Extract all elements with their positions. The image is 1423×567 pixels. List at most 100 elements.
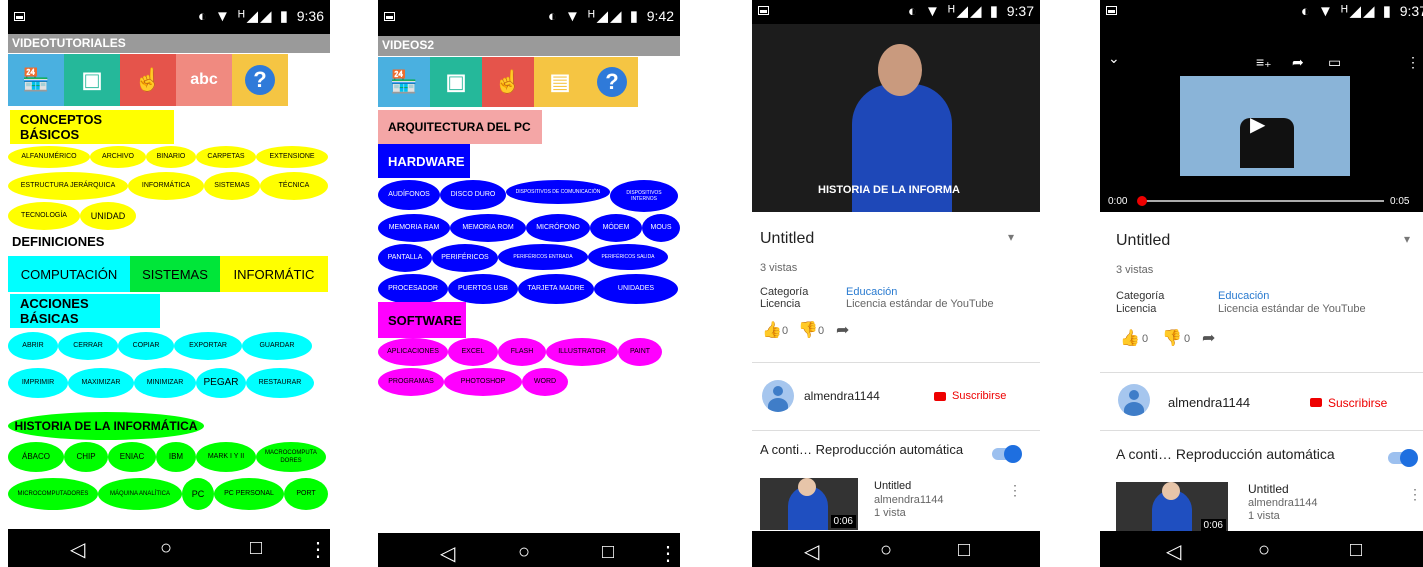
recents-icon[interactable]: □: [958, 539, 970, 562]
pill-pc-personal[interactable]: PC PERSONAL: [214, 478, 284, 510]
pill-pc[interactable]: PC: [182, 478, 214, 510]
next-video-thumbnail[interactable]: 0:06: [1116, 482, 1228, 534]
pill-estructura-jerarquica[interactable]: ESTRUCTURA JERÁRQUICA: [8, 172, 128, 200]
film-icon[interactable]: ▤: [534, 57, 586, 107]
pill-photoshop[interactable]: PHOTOSHOP: [444, 368, 522, 396]
dislike-icon[interactable]: 👎: [1162, 328, 1182, 348]
recents-icon[interactable]: □: [1350, 539, 1362, 562]
conceptos-basicos-header[interactable]: CONCEPTOS BÁSICOS: [10, 110, 174, 144]
back-icon[interactable]: ◁: [1166, 539, 1181, 564]
pill-port[interactable]: PORT: [284, 478, 328, 510]
add-to-queue-icon[interactable]: ≡₊: [1256, 54, 1272, 71]
acciones-basicas-header[interactable]: ACCIONES BÁSICAS: [10, 294, 160, 328]
more-icon[interactable]: ⋮: [658, 541, 678, 566]
like-icon[interactable]: 👍: [762, 320, 782, 340]
pill-imprimir[interactable]: IMPRIMIR: [8, 368, 68, 398]
software-header[interactable]: SOFTWARE: [378, 302, 466, 338]
pill-pantalla[interactable]: PANTALLA: [378, 244, 432, 272]
pill-ibm[interactable]: IBM: [156, 442, 196, 472]
pill-mous[interactable]: MOUS: [642, 214, 680, 242]
store-icon[interactable]: 🏪: [8, 54, 64, 106]
collapse-chevron-icon[interactable]: ⌄: [1108, 50, 1120, 67]
pill-minimizar[interactable]: MINIMIZAR: [134, 368, 196, 398]
channel-name[interactable]: almendra1144: [804, 389, 880, 403]
pill-modem[interactable]: MÓDEM: [590, 214, 642, 242]
pill-macrocomputadores[interactable]: MACROCOMPUTA DORES: [256, 442, 326, 472]
pill-eniac[interactable]: ENIAC: [108, 442, 156, 472]
pill-sistemas[interactable]: SISTEMAS: [204, 172, 260, 200]
pill-excel[interactable]: EXCEL: [448, 338, 498, 366]
pill-procesador[interactable]: PROCESADOR: [378, 274, 448, 304]
pill-tecnologia[interactable]: TECNOLOGÍA: [8, 202, 80, 230]
pill-abaco[interactable]: ÁBACO: [8, 442, 64, 472]
next-more-icon[interactable]: ⋮: [1408, 486, 1422, 503]
pill-copiar[interactable]: COPIAR: [118, 332, 174, 360]
pill-disco-duro[interactable]: DISCO DURO: [440, 180, 506, 210]
categoria-value[interactable]: Educación: [846, 286, 897, 298]
pill-carpetas[interactable]: CARPETAS: [196, 146, 256, 168]
home-icon[interactable]: ○: [518, 541, 530, 564]
def-computacion[interactable]: COMPUTACIÓN: [8, 256, 130, 292]
subscribe-button[interactable]: Suscribirse: [952, 390, 1006, 402]
pill-paint[interactable]: PAINT: [618, 338, 662, 366]
pill-abrir[interactable]: ABRIR: [8, 332, 58, 360]
help-icon[interactable]: ?: [232, 54, 288, 106]
next-video-thumbnail[interactable]: 0:06: [760, 478, 858, 530]
def-informatica[interactable]: INFORMÁTIC: [220, 256, 328, 292]
autoplay-toggle[interactable]: [992, 445, 1022, 463]
channel-name[interactable]: almendra1144: [1168, 395, 1250, 410]
pill-alfanumerico[interactable]: ALFANUMÉRICO: [8, 146, 90, 168]
channel-avatar[interactable]: [762, 380, 794, 412]
dislike-icon[interactable]: 👎: [798, 320, 818, 340]
back-icon[interactable]: ◁: [804, 539, 819, 564]
pill-word[interactable]: WORD: [522, 368, 568, 396]
store-icon[interactable]: 🏪: [378, 57, 430, 107]
next-more-icon[interactable]: ⋮: [1008, 482, 1022, 499]
pill-programas[interactable]: PROGRAMAS: [378, 368, 444, 396]
home-icon[interactable]: ○: [160, 537, 172, 560]
pill-informatica[interactable]: INFORMÁTICA: [128, 172, 204, 200]
more-icon[interactable]: ⋮: [308, 537, 328, 562]
pill-dispositivos-comunicacion[interactable]: DISPOSITIVOS DE COMUNICACIÓN: [506, 180, 610, 204]
progress-handle[interactable]: [1137, 196, 1147, 206]
pill-puertos-usb[interactable]: PUERTOS USB: [448, 274, 518, 304]
recents-icon[interactable]: □: [602, 541, 614, 564]
next-title[interactable]: Untitled: [1248, 482, 1289, 496]
pill-exportar[interactable]: EXPORTAR: [174, 332, 242, 360]
back-icon[interactable]: ◁: [440, 541, 455, 566]
pill-audifonos[interactable]: AUDÍFONOS: [378, 180, 440, 210]
pill-perifericos-salida[interactable]: PERIFÉRICOS SALIDA: [588, 244, 668, 270]
pill-perifericos[interactable]: PERIFÉRICOS: [432, 244, 498, 272]
pill-memoria-ram[interactable]: MEMORIA RAM: [378, 214, 450, 242]
monitor-icon[interactable]: ▣: [64, 54, 120, 106]
historia-header[interactable]: HISTORIA DE LA INFORMÁTICA: [8, 412, 204, 440]
pill-dispositivos-internos[interactable]: DISPOSITIVOS INTERNOS: [610, 180, 678, 212]
pill-tarjeta-madre[interactable]: TARJETA MADRE: [518, 274, 594, 304]
pill-maquina-analitica[interactable]: MÁQUINA ANALÍTICA: [98, 478, 182, 510]
pill-microfono[interactable]: MICRÓFONO: [526, 214, 590, 242]
pill-flash[interactable]: FLASH: [498, 338, 546, 366]
abc-book-icon[interactable]: abc: [176, 54, 232, 106]
pill-aplicaciones[interactable]: APLICACIONES: [378, 338, 448, 366]
autoplay-toggle[interactable]: [1388, 449, 1418, 467]
pill-illustrator[interactable]: ILLUSTRATOR: [546, 338, 618, 366]
subscribe-button[interactable]: Suscribirse: [1328, 396, 1387, 410]
home-icon[interactable]: ○: [1258, 539, 1270, 562]
pill-memoria-rom[interactable]: MEMORIA ROM: [450, 214, 526, 242]
pill-unidad[interactable]: UNIDAD: [80, 202, 136, 230]
computer-hand-icon[interactable]: ☝: [482, 57, 534, 107]
pill-maximizar[interactable]: MAXIMIZAR: [68, 368, 134, 398]
pill-pegar[interactable]: PEGAR: [196, 368, 246, 398]
pill-restaurar[interactable]: RESTAURAR: [246, 368, 314, 398]
categoria-value[interactable]: Educación: [1218, 290, 1269, 302]
like-icon[interactable]: 👍: [1120, 328, 1140, 348]
expand-chevron-icon[interactable]: ▾: [1404, 232, 1410, 246]
video-player[interactable]: ⌄ ≡₊ ➦ ▭ ⋮ ▶ 0:00 0:05: [1100, 24, 1423, 212]
hardware-header[interactable]: HARDWARE: [378, 144, 470, 178]
share-icon[interactable]: ➦: [836, 320, 849, 340]
monitor-icon[interactable]: ▣: [430, 57, 482, 107]
arquitectura-header[interactable]: ARQUITECTURA DEL PC: [378, 110, 542, 144]
pill-cerrar[interactable]: CERRAR: [58, 332, 118, 360]
pill-mark-i-y-ii[interactable]: MARK I Y II: [196, 442, 256, 472]
pill-perifericos-entrada[interactable]: PERIFÉRICOS ENTRADA: [498, 244, 588, 270]
